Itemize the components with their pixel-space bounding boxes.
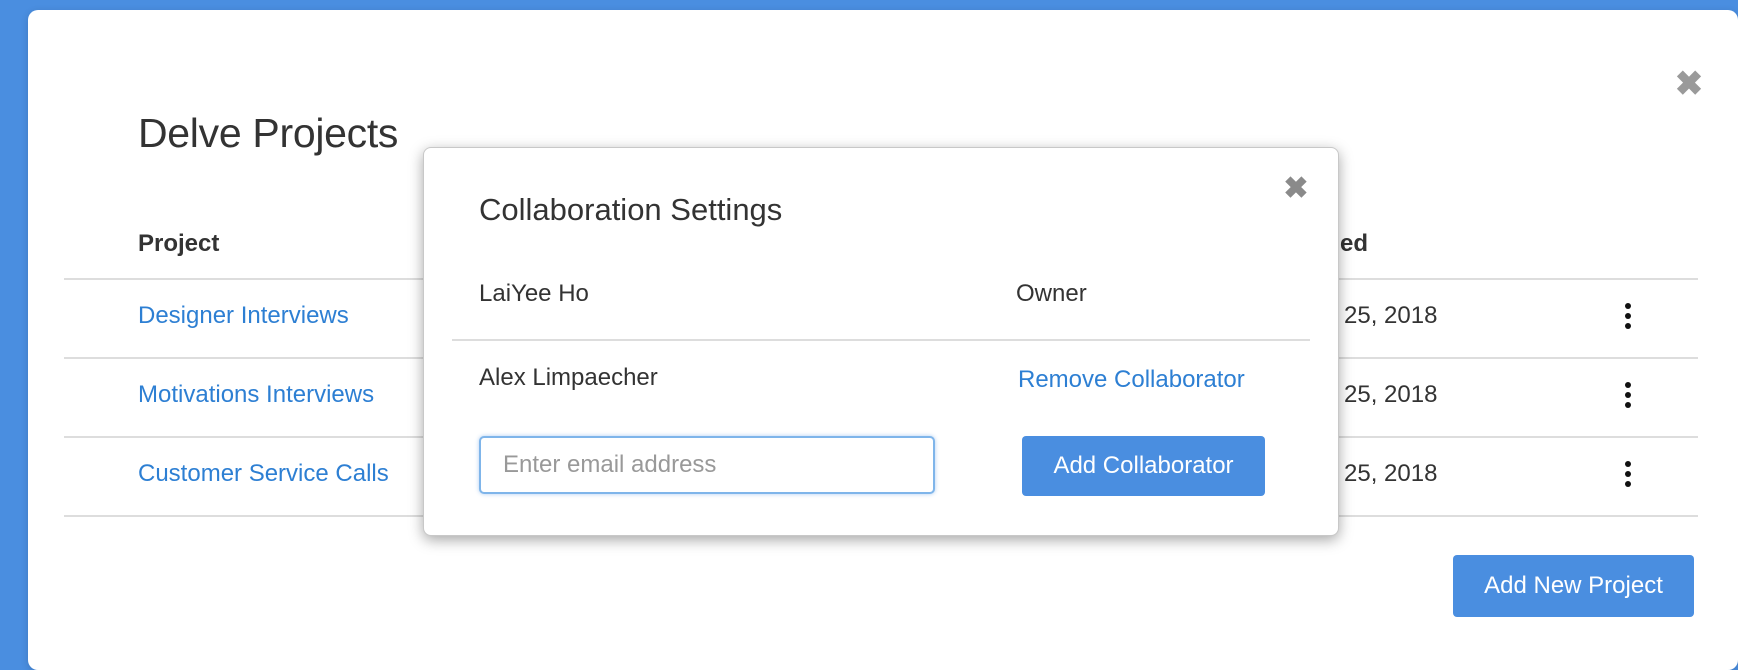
project-link-motivations-interviews[interactable]: Motivations Interviews — [138, 381, 374, 409]
add-collaborator-button[interactable]: Add Collaborator — [1022, 436, 1265, 496]
collaboration-settings-dialog: ✖ Collaboration Settings LaiYee Ho Owner… — [423, 147, 1339, 536]
close-icon[interactable]: ✖ — [1671, 66, 1707, 102]
remove-collaborator-link[interactable]: Remove Collaborator — [1018, 366, 1245, 394]
kebab-menu-icon[interactable] — [1618, 458, 1638, 494]
collaborator-name: LaiYee Ho — [479, 280, 589, 307]
dialog-title: Collaboration Settings — [479, 192, 783, 227]
kebab-menu-icon[interactable] — [1618, 300, 1638, 336]
close-icon[interactable]: ✖ — [1281, 174, 1311, 204]
kebab-menu-icon[interactable] — [1618, 379, 1638, 415]
collaborator-name: Alex Limpaecher — [479, 364, 658, 391]
collaborator-role: Owner — [1016, 280, 1087, 307]
date-cell: 25, 2018 — [1344, 381, 1438, 408]
project-link-customer-service-calls[interactable]: Customer Service Calls — [138, 460, 389, 488]
project-link-designer-interviews[interactable]: Designer Interviews — [138, 302, 349, 330]
column-header-project: Project — [138, 230, 220, 257]
column-header-date: ed — [1340, 230, 1369, 257]
add-new-project-button[interactable]: Add New Project — [1453, 555, 1694, 617]
page-title: Delve Projects — [138, 110, 399, 156]
collaborator-divider — [452, 339, 1310, 341]
email-input[interactable] — [479, 436, 935, 494]
date-cell: 25, 2018 — [1344, 460, 1438, 487]
date-cell: 25, 2018 — [1344, 302, 1438, 329]
